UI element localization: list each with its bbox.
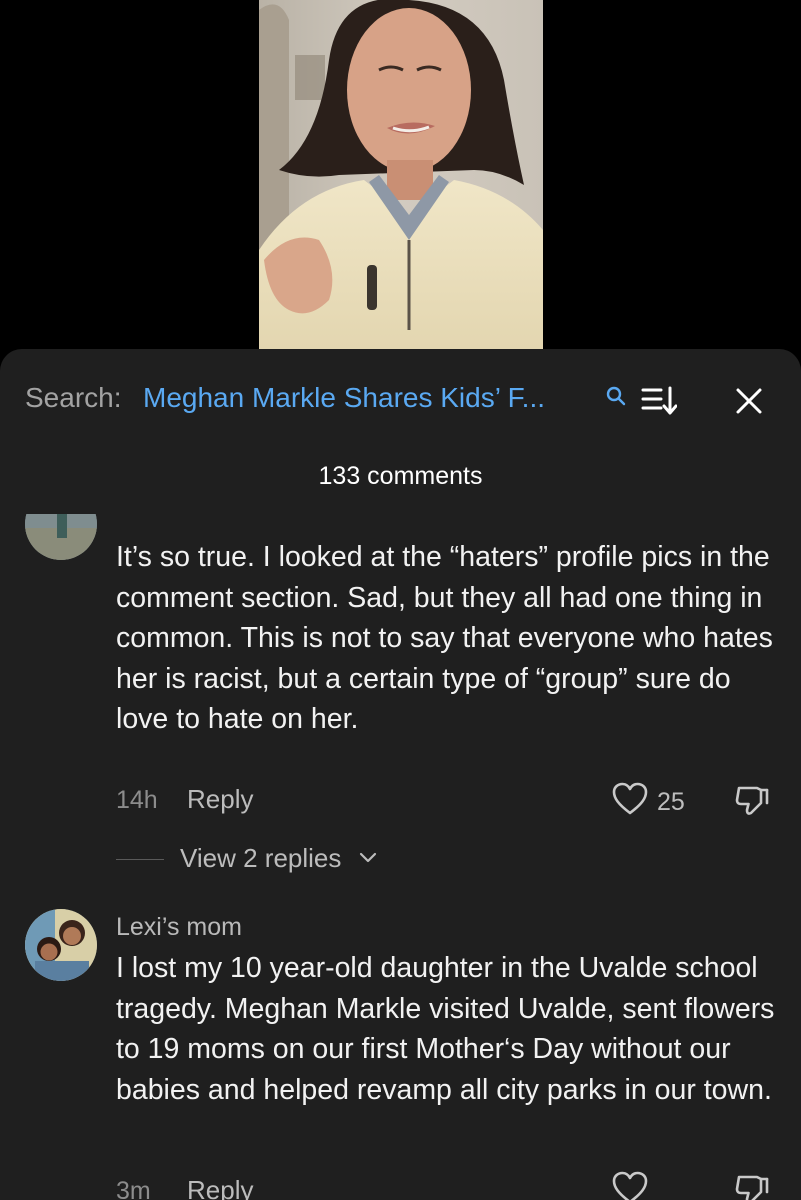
reply-button[interactable]: Reply bbox=[187, 784, 253, 815]
replies-divider bbox=[116, 859, 164, 860]
heart-icon[interactable] bbox=[612, 782, 648, 816]
comment-author[interactable]: Lexi’s mom bbox=[116, 913, 242, 942]
video-preview[interactable] bbox=[259, 0, 543, 350]
comments-sheet: Search: Meghan Markle Shares Kids’ F... … bbox=[0, 349, 801, 1200]
avatar[interactable] bbox=[25, 909, 97, 981]
search-icon[interactable] bbox=[605, 385, 627, 407]
avatar[interactable] bbox=[25, 514, 97, 560]
video-frame-illustration bbox=[259, 0, 543, 350]
thumbs-down-icon[interactable] bbox=[735, 1173, 769, 1200]
avatar-photo bbox=[25, 909, 97, 981]
heart-icon[interactable] bbox=[612, 1171, 648, 1200]
close-icon[interactable] bbox=[735, 387, 763, 415]
reply-button[interactable]: Reply bbox=[187, 1175, 253, 1200]
comment-list[interactable]: It’s so true. I looked at the “haters” p… bbox=[0, 514, 801, 1200]
comment-count: 133 comments bbox=[318, 462, 483, 490]
like-count: 25 bbox=[657, 788, 685, 816]
view-replies-button[interactable]: View 2 replies bbox=[116, 843, 416, 877]
comment-text: It’s so true. I looked at the “haters” p… bbox=[116, 541, 773, 735]
tiktok-comments-screen: Search: Meghan Markle Shares Kids’ F... … bbox=[0, 0, 801, 1200]
search-label: Search: bbox=[25, 382, 122, 413]
thumbs-down-icon[interactable] bbox=[735, 784, 769, 818]
sort-icon[interactable] bbox=[641, 385, 677, 417]
comment-timestamp: 14h bbox=[116, 786, 158, 814]
chevron-down-icon bbox=[359, 852, 377, 863]
view-replies-label: View 2 replies bbox=[180, 843, 342, 873]
avatar-photo bbox=[25, 514, 97, 560]
comment-timestamp: 3m bbox=[116, 1177, 151, 1200]
search-query-link[interactable]: Meghan Markle Shares Kids’ F... bbox=[143, 382, 598, 414]
comment-text: I lost my 10 year-old daughter in the Uv… bbox=[116, 952, 775, 1106]
search-bar: Search: Meghan Markle Shares Kids’ F... bbox=[0, 349, 801, 449]
